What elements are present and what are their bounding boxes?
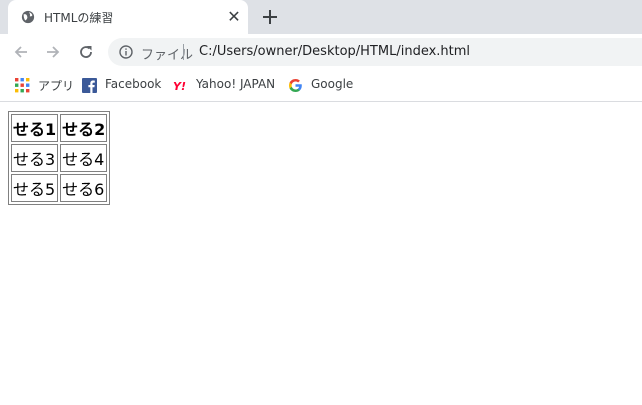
table-header-row: せる1 せる2 (11, 114, 108, 142)
svg-text:Y!: Y! (173, 80, 186, 93)
tab-title: HTMLの練習 (44, 11, 114, 25)
apps-grid-icon (15, 78, 30, 93)
arrow-right-icon[interactable] (44, 43, 62, 61)
bookmark-apps[interactable]: アプリ (15, 76, 75, 94)
info-icon[interactable] (119, 45, 133, 59)
table-cell: せる3 (11, 144, 59, 172)
table-cell: せる5 (11, 174, 59, 202)
bookmark-google[interactable]: Google (288, 76, 358, 94)
yahoo-icon: Y! (173, 80, 186, 93)
sample-table: せる1 せる2 せる3 せる4 せる5 せる6 (8, 111, 111, 205)
divider (183, 44, 184, 60)
bookmark-label: Google (311, 77, 354, 91)
new-tab-button[interactable] (260, 7, 280, 27)
globe-icon (21, 10, 35, 24)
bookmark-label: アプリ (38, 79, 75, 93)
url-text[interactable]: C:/Users/owner/Desktop/HTML/index.html (199, 44, 470, 59)
reload-icon[interactable] (77, 43, 95, 61)
bookmark-label: Facebook (105, 77, 162, 91)
facebook-icon (82, 78, 97, 93)
toolbar: ファイル C:/Users/owner/Desktop/HTML/index.h… (0, 34, 642, 70)
table-header-cell: せる1 (11, 114, 59, 142)
arrow-left-icon[interactable] (12, 43, 30, 61)
close-icon[interactable]: ✕ (225, 8, 243, 26)
tab-strip: HTMLの練習 ✕ (0, 0, 642, 34)
bookmark-yahoo[interactable]: Y! Yahoo! JAPAN (173, 76, 278, 94)
table-row: せる5 せる6 (11, 174, 108, 202)
table-header-cell: せる2 (60, 114, 108, 142)
table-row: せる3 せる4 (11, 144, 108, 172)
bookmark-facebook[interactable]: Facebook (82, 76, 162, 94)
page-content: せる1 せる2 せる3 せる4 せる5 せる6 (0, 102, 642, 405)
tab-active[interactable]: HTMLの練習 ✕ (8, 0, 248, 34)
scheme-label: ファイル (141, 48, 194, 63)
bookmark-label: Yahoo! JAPAN (196, 77, 276, 91)
bookmarks-bar: アプリ Facebook Y! Yahoo! JAPAN Google (0, 70, 642, 102)
google-icon (289, 79, 302, 92)
address-bar[interactable]: ファイル C:/Users/owner/Desktop/HTML/index.h… (108, 38, 642, 66)
table-cell: せる6 (60, 174, 108, 202)
table-cell: せる4 (60, 144, 108, 172)
